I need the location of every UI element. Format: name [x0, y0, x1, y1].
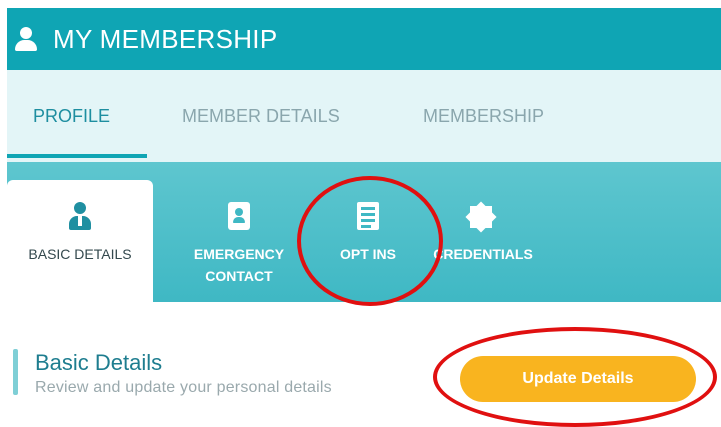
section-accent-bar	[13, 349, 18, 395]
update-details-button[interactable]: Update Details	[460, 356, 696, 402]
contact-card-icon	[228, 202, 250, 230]
tab-profile[interactable]: PROFILE	[33, 70, 110, 162]
section-tab-label: EMERGENCY	[193, 246, 285, 262]
section-tabs: BASIC DETAILS EMERGENCY CONTACT OPT INS …	[7, 162, 721, 302]
section-tab-opt-ins[interactable]: OPT INS	[315, 162, 421, 302]
app-header: MY MEMBERSHIP	[7, 8, 721, 70]
active-tab-indicator	[7, 154, 147, 158]
checklist-icon	[357, 202, 379, 230]
section-tab-credentials[interactable]: CREDENTIALS	[421, 162, 545, 302]
page-frame: MY MEMBERSHIP PROFILE MEMBER DETAILS MEM…	[7, 0, 721, 427]
section-tab-label: BASIC DETAILS	[28, 246, 132, 262]
header-title: MY MEMBERSHIP	[53, 23, 278, 54]
section-tab-label: CREDENTIALS	[433, 246, 533, 262]
section-tab-label: OPT INS	[339, 246, 396, 262]
user-icon	[13, 26, 39, 52]
section-header: Basic Details Review and update your per…	[13, 345, 433, 401]
section-tab-basic-details[interactable]: BASIC DETAILS	[7, 180, 153, 302]
section-title: Basic Details	[35, 350, 163, 375]
section-tab-label: CONTACT	[205, 268, 273, 284]
person-tie-icon	[67, 202, 93, 232]
tab-member-details[interactable]: MEMBER DETAILS	[182, 70, 340, 162]
section-subtitle: Review and update your personal details	[35, 379, 332, 396]
tab-membership[interactable]: MEMBERSHIP	[423, 70, 544, 162]
section-tab-emergency-contact[interactable]: EMERGENCY CONTACT	[169, 162, 309, 302]
badge-icon	[465, 201, 497, 233]
top-tabs: PROFILE MEMBER DETAILS MEMBERSHIP	[7, 70, 721, 162]
